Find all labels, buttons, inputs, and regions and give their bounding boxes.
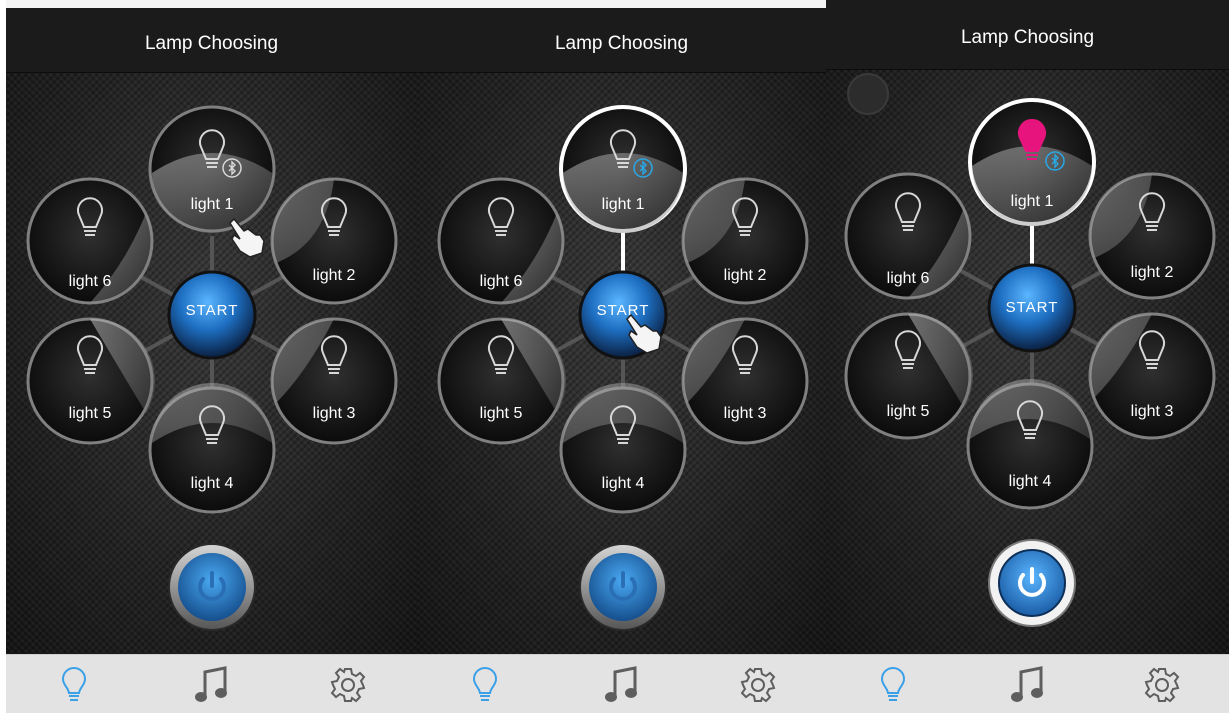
- light-5-label: light 5: [480, 405, 523, 422]
- light-3-label: light 3: [313, 405, 356, 422]
- light-2-label: light 2: [313, 267, 356, 284]
- tab-bar: [6, 654, 417, 713]
- content-area: light 1 light 2 light 3 light 4 light 5 …: [6, 73, 417, 654]
- light-4-button[interactable]: light 4: [559, 383, 687, 514]
- nav-title: Lamp Choosing: [960, 27, 1095, 48]
- light-1-label: light 1: [1011, 193, 1054, 210]
- light-5-label: light 5: [69, 405, 112, 422]
- tab-settings[interactable]: [690, 655, 826, 713]
- light-4-label: light 4: [191, 475, 234, 492]
- light-1-button[interactable]: light 1: [968, 98, 1096, 226]
- gear-icon: [1144, 667, 1180, 702]
- light-2-label: light 2: [1131, 264, 1174, 281]
- lamp-wheel: light 1 light 2 light 3 light 4 light 5 …: [437, 105, 809, 631]
- tab-bar: [826, 654, 1229, 713]
- lamp-wheel: light 1 light 2 light 3 light 4 light 5 …: [26, 105, 398, 631]
- light-3-button[interactable]: light 3: [681, 317, 809, 445]
- light-2-button[interactable]: light 2: [270, 177, 398, 305]
- tab-settings[interactable]: [280, 655, 417, 713]
- music-note-icon: [605, 665, 638, 702]
- light-2-button[interactable]: light 2: [1088, 172, 1216, 300]
- power-button[interactable]: [988, 539, 1076, 627]
- light-3-label: light 3: [1131, 403, 1174, 420]
- gear-icon: [740, 667, 776, 702]
- start-label: START: [186, 302, 239, 319]
- light-6-label: light 6: [480, 273, 523, 290]
- light-6-label: light 6: [887, 270, 930, 287]
- nav-title: Lamp Choosing: [554, 33, 689, 54]
- tab-lamp[interactable]: [6, 655, 143, 713]
- screen-1: Lamp Choosing light 1 light 2 light 3 li…: [6, 0, 417, 713]
- light-4-button[interactable]: light 4: [966, 379, 1094, 510]
- light-6-button[interactable]: light 6: [26, 177, 154, 305]
- tab-music[interactable]: [143, 655, 280, 713]
- status-strip: [417, 0, 826, 8]
- tab-lamp[interactable]: [417, 655, 553, 713]
- screen-3: Lamp Choosing light 1 light 2 light 3 li…: [826, 0, 1229, 713]
- light-3-button[interactable]: light 3: [1088, 312, 1216, 440]
- light-3-label: light 3: [724, 405, 767, 422]
- content-area: light 1 light 2 light 3 light 4 light 5 …: [826, 70, 1229, 654]
- light-4-label: light 4: [1009, 473, 1052, 490]
- light-2-label: light 2: [724, 267, 767, 284]
- light-1-button[interactable]: light 1: [559, 105, 687, 233]
- tab-lamp[interactable]: [826, 655, 960, 713]
- light-1-button[interactable]: light 1: [148, 105, 276, 233]
- status-strip: [6, 0, 417, 8]
- music-note-icon: [195, 665, 228, 702]
- floating-dot: [847, 73, 889, 115]
- nav-bar: Lamp Choosing: [6, 8, 417, 73]
- start-button[interactable]: START: [987, 263, 1077, 353]
- content-area: light 1 light 2 light 3 light 4 light 5 …: [417, 73, 826, 654]
- light-1-label: light 1: [191, 196, 234, 213]
- light-4-button[interactable]: light 4: [148, 383, 276, 514]
- power-button[interactable]: [168, 543, 256, 631]
- hand-pointer-icon: [229, 217, 265, 258]
- tab-music[interactable]: [960, 655, 1094, 713]
- music-note-icon: [1011, 665, 1044, 702]
- light-6-button[interactable]: light 6: [844, 172, 972, 300]
- nav-title: Lamp Choosing: [144, 33, 279, 54]
- light-3-button[interactable]: light 3: [270, 317, 398, 445]
- light-2-button[interactable]: light 2: [681, 177, 809, 305]
- light-1-label: light 1: [602, 196, 645, 213]
- start-label: START: [1006, 299, 1059, 316]
- gear-icon: [331, 667, 366, 702]
- screen-2: Lamp Choosing light 1 light 2 light 3 li…: [417, 0, 826, 713]
- power-button[interactable]: [579, 543, 667, 631]
- light-5-button[interactable]: light 5: [437, 317, 566, 445]
- nav-bar: Lamp Choosing: [826, 0, 1229, 70]
- nav-bar: Lamp Choosing: [417, 8, 826, 73]
- bulb-icon: [62, 666, 87, 701]
- light-6-button[interactable]: light 6: [437, 177, 565, 305]
- bulb-icon: [881, 666, 906, 701]
- tab-bar: [417, 654, 826, 713]
- light-5-button[interactable]: light 5: [26, 317, 155, 445]
- light-4-label: light 4: [602, 475, 645, 492]
- light-5-label: light 5: [887, 403, 930, 420]
- light-5-button[interactable]: light 5: [844, 312, 973, 440]
- light-6-label: light 6: [69, 273, 112, 290]
- lamp-wheel: light 1 light 2 light 3 light 4 light 5 …: [844, 73, 1216, 627]
- tab-music[interactable]: [553, 655, 689, 713]
- start-button[interactable]: START: [167, 270, 257, 360]
- start-label: START: [597, 302, 650, 319]
- tab-settings[interactable]: [1095, 655, 1229, 713]
- bulb-icon: [473, 666, 498, 701]
